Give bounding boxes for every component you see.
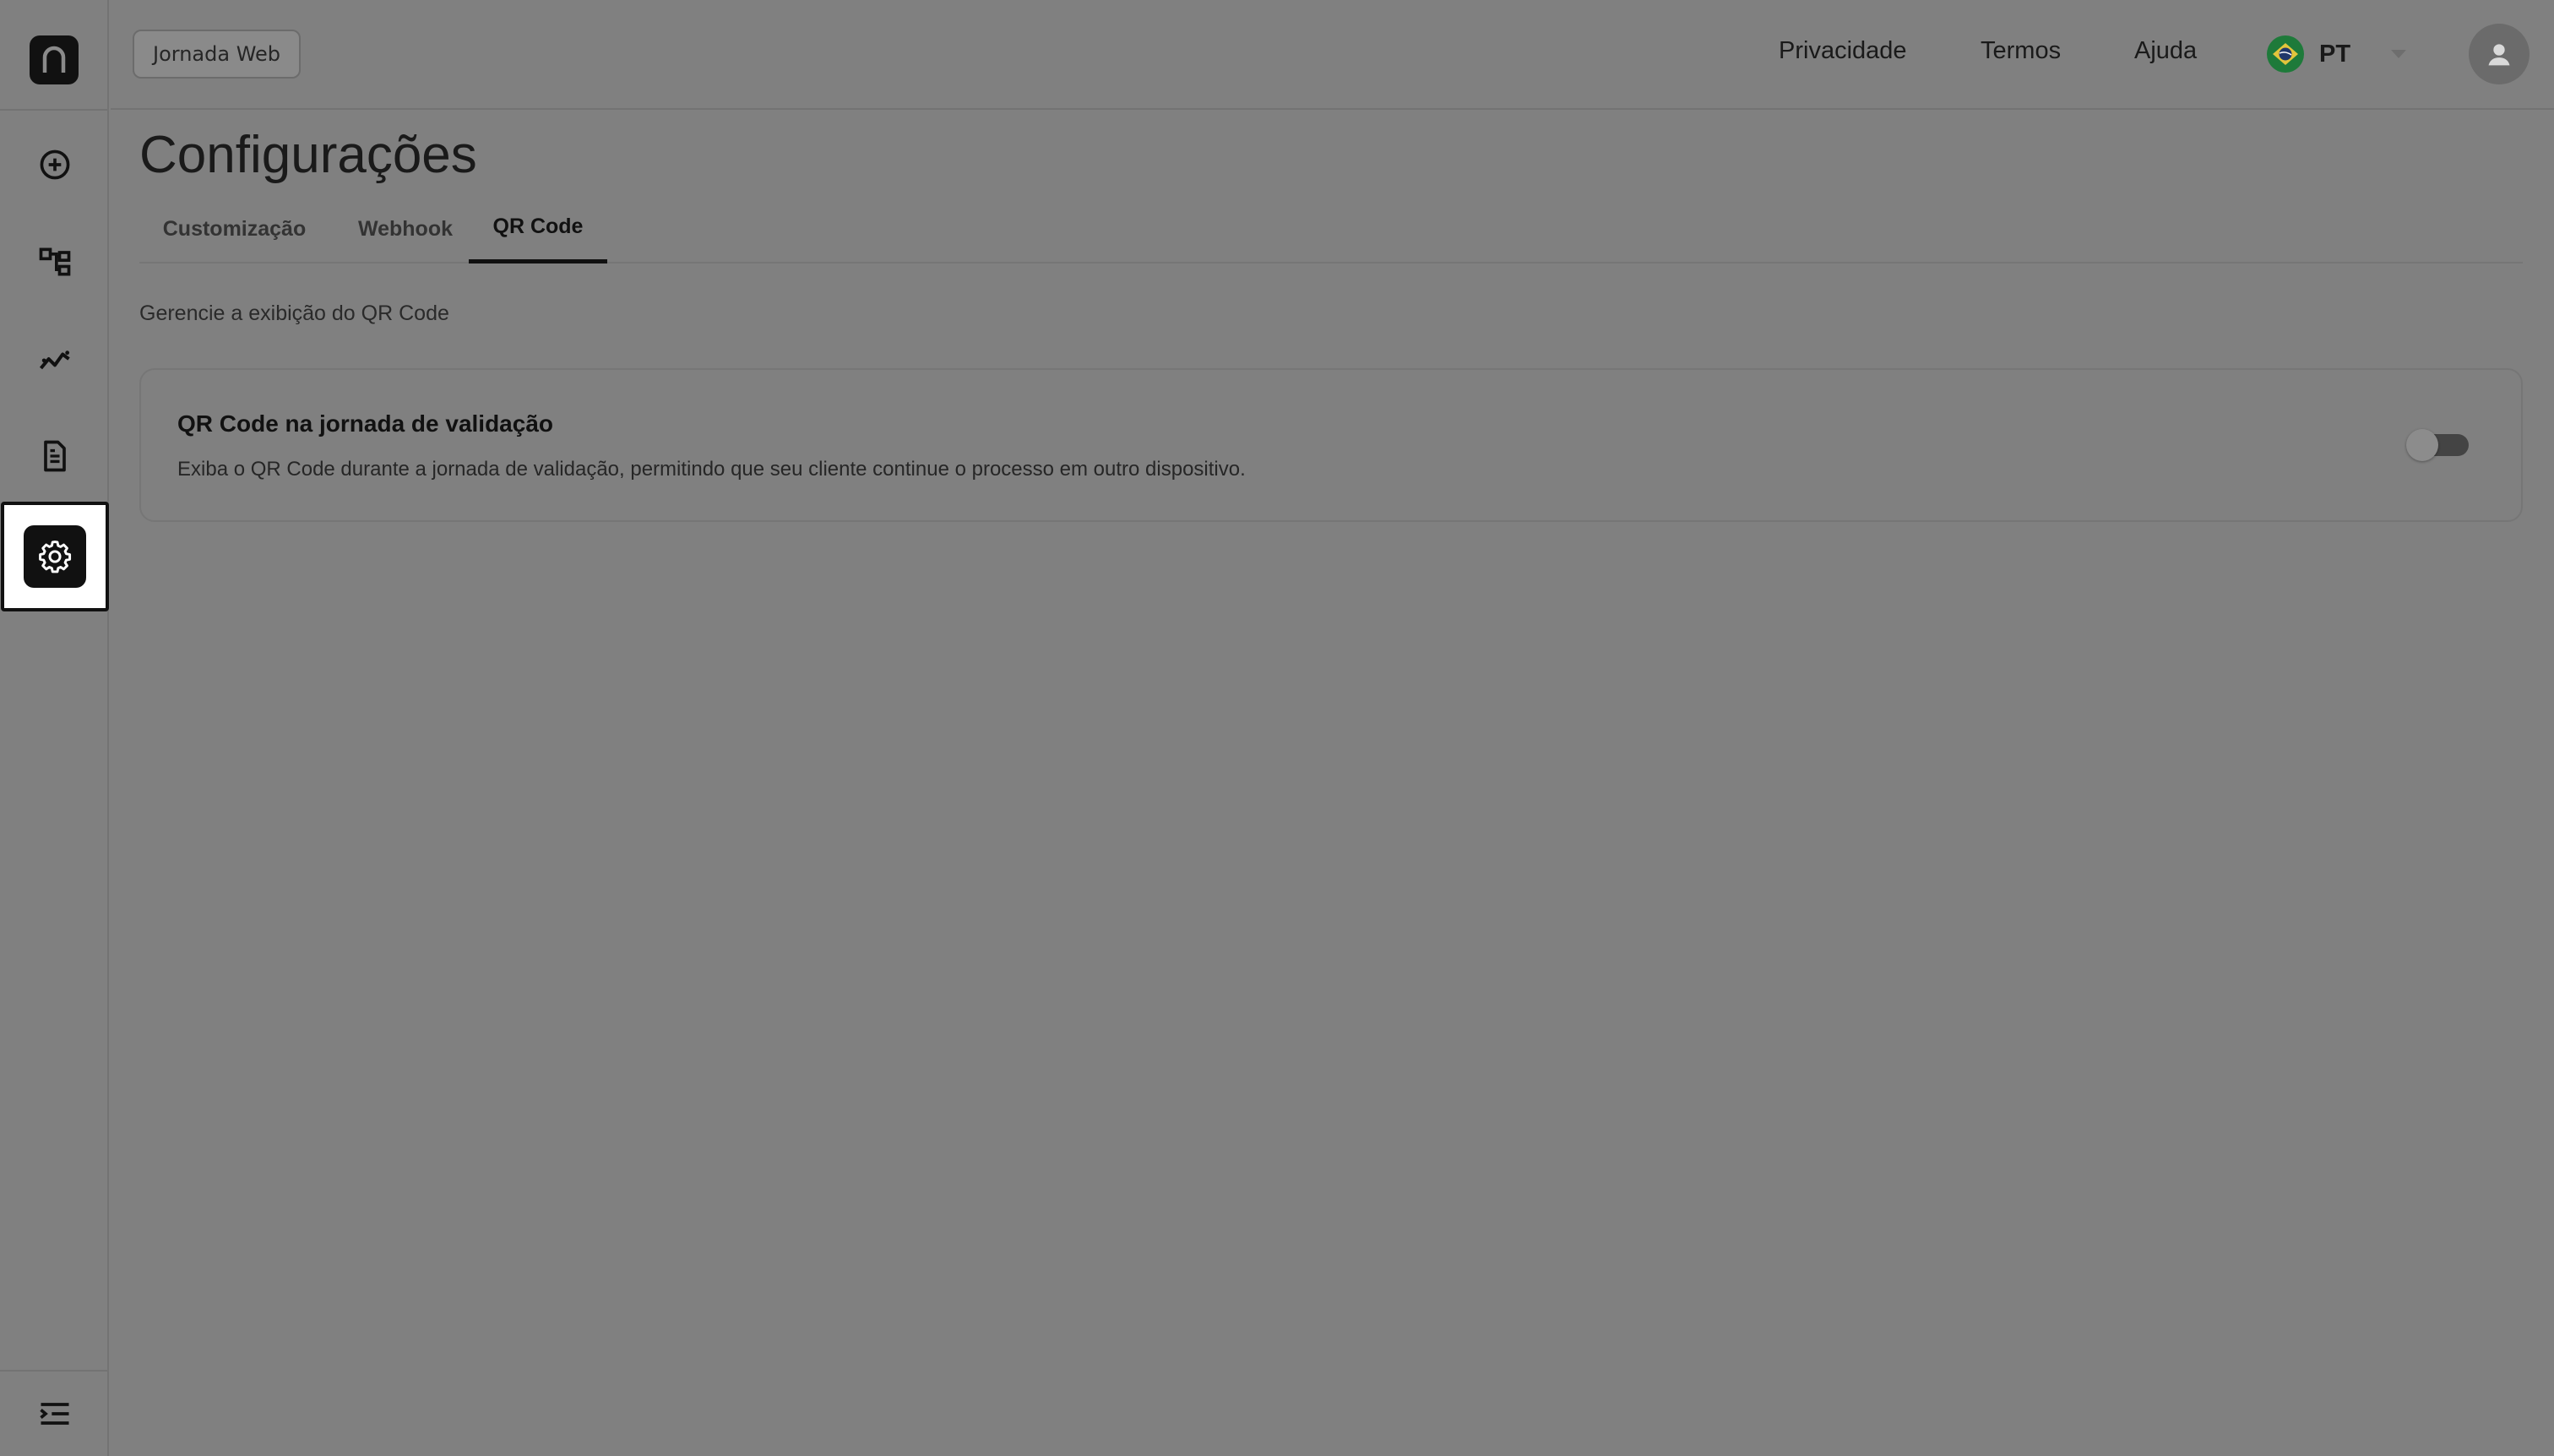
brazil-flag-icon xyxy=(2267,35,2304,73)
terms-link[interactable]: Termos xyxy=(1981,37,2061,65)
help-link[interactable]: Ajuda xyxy=(2134,37,2197,65)
tab-qr-code[interactable]: QR Code xyxy=(469,194,607,263)
privacy-link[interactable]: Privacidade xyxy=(1779,37,1907,65)
user-avatar-button[interactable] xyxy=(2469,24,2530,84)
toggle-knob xyxy=(2406,429,2438,461)
sidebar-item-analytics[interactable] xyxy=(0,310,109,408)
sidebar-item-settings[interactable] xyxy=(1,502,109,611)
settings-tabs: Customização Webhook QR Code xyxy=(139,194,2523,263)
gear-icon xyxy=(39,541,72,573)
page-title: Configurações xyxy=(139,126,477,184)
setting-description: Exiba o QR Code durante a jornada de val… xyxy=(177,458,1246,481)
tab-webhook[interactable]: Webhook xyxy=(340,194,470,263)
app-logo[interactable] xyxy=(30,35,79,84)
setting-title: QR Code na jornada de validação xyxy=(177,410,554,437)
tab-customization[interactable]: Customização xyxy=(139,194,329,263)
language-selector[interactable]: PT xyxy=(2267,27,2407,81)
sidebar-item-new[interactable] xyxy=(0,116,109,214)
document-icon xyxy=(43,440,66,472)
sidebar-item-documents[interactable] xyxy=(0,407,109,505)
sidebar-collapse-button[interactable] xyxy=(0,1365,109,1456)
collapse-menu-icon xyxy=(39,1403,68,1425)
flow-diagram-icon xyxy=(39,247,70,276)
qr-code-setting-card: QR Code na jornada de validação Exiba o … xyxy=(139,368,2523,522)
analytics-icon xyxy=(39,350,70,370)
chevron-down-icon xyxy=(2391,50,2407,58)
qr-code-toggle[interactable] xyxy=(2406,429,2469,461)
logo-mark-icon xyxy=(42,46,66,73)
settings-icon-box xyxy=(24,525,86,588)
sidebar-item-flows[interactable] xyxy=(0,213,109,311)
sidebar xyxy=(0,0,109,1456)
user-icon xyxy=(2488,44,2510,66)
journey-chip[interactable]: Jornada Web xyxy=(133,30,302,79)
plus-circle-icon xyxy=(40,149,69,180)
sidebar-divider xyxy=(0,109,109,111)
language-code: PT xyxy=(2319,40,2351,68)
section-description: Gerencie a exibição do QR Code xyxy=(139,302,449,325)
